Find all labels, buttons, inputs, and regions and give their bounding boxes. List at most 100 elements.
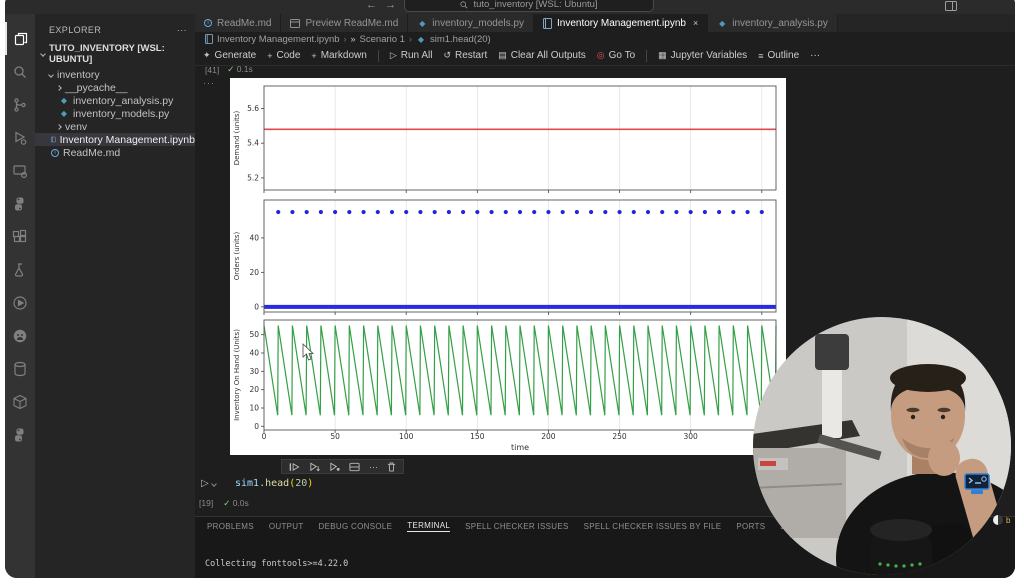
chevron-right-icon — [56, 124, 62, 130]
svg-text:5.4: 5.4 — [247, 139, 259, 148]
tab-output[interactable]: OUTPUT — [269, 522, 304, 531]
tab-preview-readme[interactable]: Preview ReadMe.md — [281, 14, 408, 32]
goto-icon: ◎ — [597, 50, 605, 61]
execution-time: 0.0s — [233, 498, 249, 508]
activity-bar — [5, 14, 35, 578]
explorer-more-actions-icon[interactable]: ··· — [177, 25, 187, 35]
generate-button[interactable]: ✦Generate — [203, 50, 256, 61]
svg-text:5.6: 5.6 — [247, 104, 259, 113]
nav-forward-icon[interactable]: → — [385, 0, 396, 12]
outline-button[interactable]: ≡Outline — [758, 50, 799, 61]
sidebar-item-inventory-models[interactable]: ◆ inventory_models.py — [35, 107, 195, 120]
extensions-icon[interactable] — [5, 220, 35, 253]
clear-all-outputs-button[interactable]: ▤Clear All Outputs — [498, 50, 586, 61]
outline-icon: ≡ — [758, 51, 763, 61]
sidebar-item-venv[interactable]: venv — [35, 120, 195, 133]
remote-explorer-icon[interactable] — [5, 154, 35, 187]
svg-text:250: 250 — [612, 432, 627, 441]
python-extension-icon[interactable] — [5, 187, 35, 220]
run-icon: ▷ — [390, 50, 397, 61]
nav-back-icon[interactable]: ← — [366, 0, 377, 12]
svg-text:Demand (units): Demand (units) — [233, 110, 241, 165]
svg-text:300: 300 — [684, 432, 699, 441]
search-label: tuto_inventory [WSL: Ubuntu] — [473, 0, 597, 10]
chevron-down-icon — [40, 51, 46, 57]
tab-spell-checker-issues[interactable]: SPELL CHECKER ISSUES — [465, 522, 569, 531]
tab-inventory-management-ipynb[interactable]: Inventory Management.ipynb × — [534, 14, 708, 32]
search-view-icon[interactable] — [5, 55, 35, 88]
toolbar-more-button[interactable]: ··· — [810, 50, 820, 61]
sparkle-icon: ✦ — [203, 50, 211, 61]
breadcrumb-file[interactable]: Inventory Management.ipynb — [217, 34, 340, 45]
python-file-icon: ◆ — [59, 96, 69, 105]
run-debug-icon[interactable] — [5, 121, 35, 154]
svg-text:40: 40 — [249, 349, 259, 358]
github-icon[interactable] — [5, 319, 35, 352]
notebook-file-icon — [205, 34, 213, 44]
cell-more-actions-icon[interactable]: ··· — [369, 462, 378, 472]
delete-cell-icon[interactable] — [387, 462, 396, 472]
tab-debug-console[interactable]: DEBUG CONSOLE — [319, 522, 393, 531]
run-all-button[interactable]: ▷Run All — [390, 50, 433, 61]
cell-toolbar: ··· — [281, 459, 404, 474]
svg-text:20: 20 — [249, 268, 259, 277]
source-control-icon[interactable] — [5, 88, 35, 121]
svg-text:5.2: 5.2 — [247, 173, 259, 182]
package-icon[interactable] — [5, 385, 35, 418]
svg-text:Orders (units): Orders (units) — [233, 232, 241, 281]
clear-outputs-icon: ▤ — [498, 50, 507, 61]
jupyter-variables-button[interactable]: ▦Jupyter Variables — [658, 50, 747, 61]
split-cell-icon[interactable] — [349, 462, 360, 472]
close-icon[interactable]: × — [693, 18, 698, 28]
workspace-root[interactable]: TUTO_INVENTORY [WSL: UBUNTU] — [35, 38, 195, 68]
cell-gutter-more-icon[interactable]: ··· — [203, 78, 215, 88]
python-env-icon[interactable] — [5, 418, 35, 451]
add-markdown-button[interactable]: +Markdown — [311, 50, 366, 61]
svg-text:Inventory On Hand (Units): Inventory On Hand (Units) — [233, 329, 241, 421]
tab-inventory-models[interactable]: ◆ inventory_models.py — [408, 14, 534, 32]
debug-cell-icon[interactable] — [329, 462, 340, 472]
sidebar-item-pycache[interactable]: __pycache__ — [35, 81, 195, 94]
breadcrumb-section[interactable]: Scenario 1 — [360, 34, 405, 45]
person-hand — [928, 440, 960, 476]
restart-icon: ↺ — [443, 50, 451, 61]
sidebar-item-readme[interactable]: i ReadMe.md — [35, 146, 195, 159]
sidebar-item-inventory-management-ipynb[interactable]: Inventory Management.ipynb — [35, 133, 195, 146]
restart-button[interactable]: ↺Restart — [443, 50, 487, 61]
search-icon — [460, 1, 468, 9]
svg-text:0: 0 — [254, 422, 259, 431]
svg-text:50: 50 — [249, 330, 259, 339]
python-file-icon: ◆ — [417, 19, 427, 28]
svg-text:30: 30 — [249, 367, 259, 376]
database-icon[interactable] — [5, 352, 35, 385]
symbol-icon: ◆ — [416, 35, 426, 44]
tab-problems[interactable]: PROBLEMS — [207, 522, 254, 531]
chevron-down-icon — [48, 72, 54, 78]
command-center-search[interactable]: tuto_inventory [WSL: Ubuntu] — [404, 0, 654, 12]
execute-below-icon[interactable] — [309, 462, 320, 472]
tab-readme[interactable]: i ReadMe.md — [195, 14, 281, 32]
explorer-icon[interactable] — [5, 22, 35, 55]
sidebar-item-inventory[interactable]: inventory — [35, 68, 195, 81]
add-code-button[interactable]: +Code — [267, 50, 300, 61]
tab-spell-checker-issues-by-file[interactable]: SPELL CHECKER ISSUES BY FILE — [584, 522, 722, 531]
chevron-right-icon — [56, 85, 62, 91]
sidebar-item-inventory-analysis[interactable]: ◆ inventory_analysis.py — [35, 94, 195, 107]
layout-toggle-icon[interactable] — [945, 1, 957, 11]
svg-text:time: time — [511, 443, 529, 452]
explorer-title: EXPLORER — [49, 25, 101, 35]
tab-terminal[interactable]: TERMINAL — [407, 521, 450, 532]
breadcrumb-symbol[interactable]: sim1.head(20) — [430, 34, 491, 45]
tab-inventory-analysis[interactable]: ◆ inventory_analysis.py — [708, 14, 838, 32]
code-cell-execution-info: [19] ✓ 0.0s — [199, 498, 249, 509]
goto-button[interactable]: ◎Go To — [597, 50, 635, 61]
testing-icon[interactable] — [5, 253, 35, 286]
cell-code-editor[interactable]: sim1.head(20) — [235, 478, 313, 489]
svg-text:0: 0 — [254, 302, 259, 311]
execute-above-icon[interactable] — [289, 462, 300, 472]
terminal-settings-overlay-icon[interactable] — [962, 472, 992, 496]
execution-count: [41] — [205, 66, 219, 75]
run-circle-icon[interactable] — [5, 286, 35, 319]
run-cell-button[interactable]: ▷ — [201, 478, 216, 489]
title-bar: ← → tuto_inventory [WSL: Ubuntu] — [5, 0, 1015, 14]
